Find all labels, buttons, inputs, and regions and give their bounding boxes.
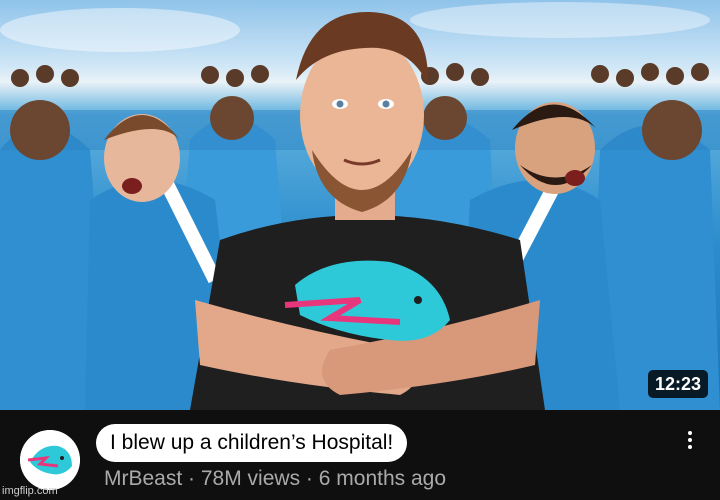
video-info-bar: I blew up a children’s Hospital! MrBeast…	[0, 410, 720, 500]
upload-age: 6 months ago	[318, 467, 447, 490]
meta-separator: ·	[305, 467, 313, 490]
meta-separator: ·	[188, 467, 196, 490]
mrbeast-panther-logo-icon	[20, 430, 80, 490]
imgflip-watermark: imgflip.com	[2, 485, 58, 497]
more-vertical-icon[interactable]	[680, 428, 700, 458]
video-meta: MrBeast · 78M views · 6 months ago	[104, 466, 446, 492]
video-duration-badge: 12:23	[647, 370, 708, 398]
channel-name[interactable]: MrBeast	[104, 467, 182, 490]
thumbnail-scene	[0, 2, 720, 410]
view-count: 78M views	[200, 467, 301, 490]
channel-avatar[interactable]	[20, 430, 80, 490]
video-title[interactable]: I blew up a children’s Hospital!	[96, 424, 408, 462]
video-thumbnail[interactable]: 12:23	[0, 0, 720, 410]
